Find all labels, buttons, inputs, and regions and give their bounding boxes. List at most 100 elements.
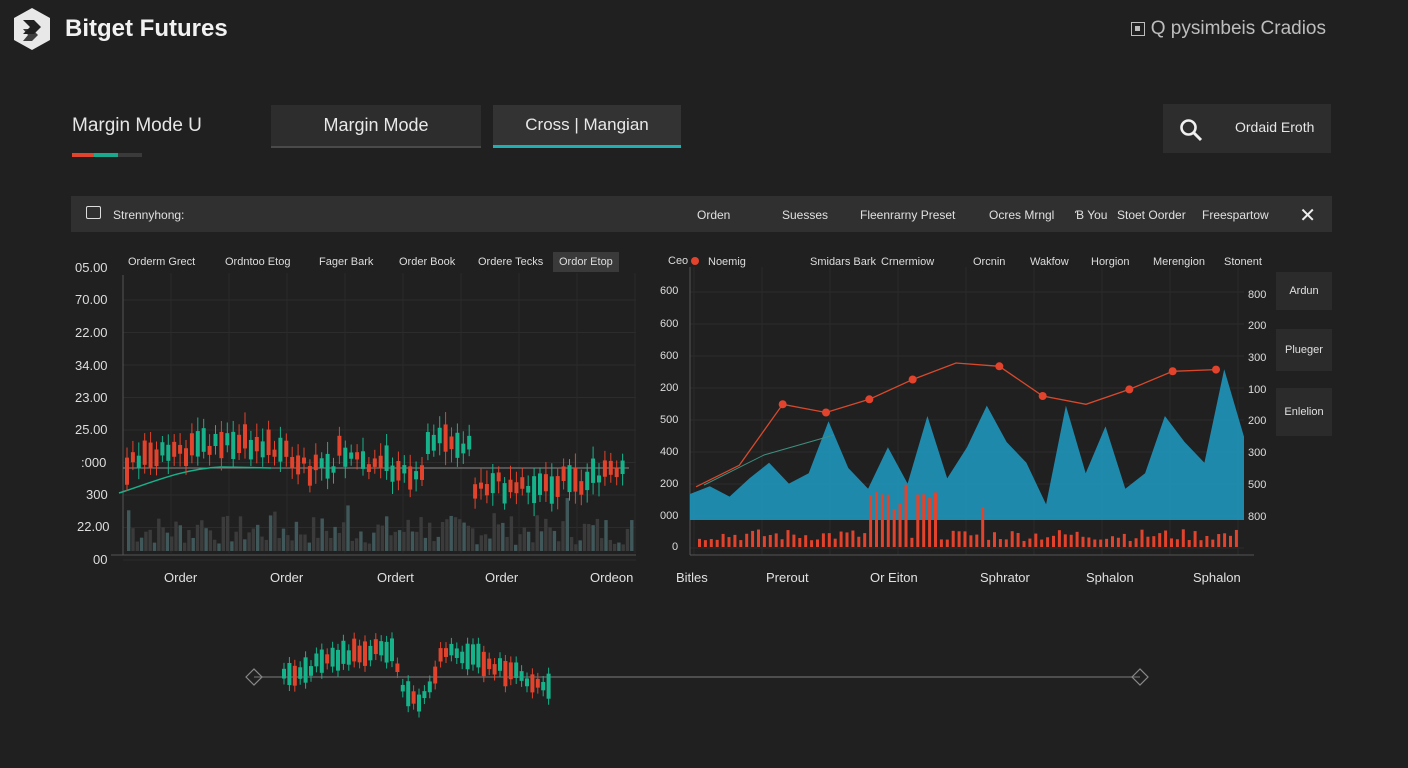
top-search[interactable]: Q pysimbeis Cradios [1130, 18, 1326, 40]
toolbar-item-suesses[interactable]: Suesses [782, 208, 828, 222]
candle-body [608, 460, 613, 475]
toolbar-item-ocres[interactable]: Ocres Mrngl [989, 208, 1054, 222]
volume-bar [127, 510, 131, 551]
candle-body [567, 465, 572, 493]
candle-body [319, 458, 324, 468]
toolbar-item-you[interactable]: Ɓ You [1075, 208, 1107, 222]
volume-bar [144, 531, 148, 551]
order-search-button[interactable]: Ordaid Eroth [1163, 104, 1331, 153]
volume-bar [509, 516, 514, 551]
bitget-logo-icon [14, 8, 50, 50]
toolbar-item-freespartow[interactable]: Freespartow [1202, 208, 1269, 222]
candle-body [549, 476, 554, 504]
candle-body [298, 667, 303, 679]
volume-bar [621, 544, 625, 551]
volume-bar [535, 515, 539, 551]
volume-bar [247, 532, 251, 551]
volume-bar [608, 539, 612, 551]
volume-bar [557, 541, 561, 551]
candle-body [437, 427, 442, 444]
candle-body [471, 644, 475, 665]
side-button-ardun[interactable]: Ardun [1276, 272, 1332, 310]
volume-bar [204, 528, 208, 551]
volume-bar [1022, 540, 1026, 547]
volume-bar [552, 530, 557, 551]
candle-body [314, 653, 319, 667]
volume-bar [445, 519, 449, 551]
volume-bar [131, 528, 135, 551]
candle-body [390, 638, 394, 662]
volume-bar [479, 535, 483, 551]
volume-bar [1234, 529, 1238, 547]
toolbar-item-preset[interactable]: Fleenrarny Preset [860, 208, 955, 222]
line-marker [778, 400, 787, 409]
volume-bar [1069, 534, 1073, 547]
candle-body [427, 681, 432, 693]
y-tick-left: 000 [660, 510, 679, 522]
candle-body [620, 460, 625, 474]
volume-bar [816, 539, 819, 547]
y-tick-left: 600 [660, 318, 679, 330]
volume-bar [539, 531, 544, 551]
toolbar-item-stoet-order[interactable]: Stoet Oorder [1117, 208, 1186, 222]
volume-bar [471, 528, 475, 551]
volume-bar [939, 539, 943, 547]
volume-bar [617, 542, 621, 551]
candle-body [272, 449, 277, 457]
candle-body [172, 441, 177, 457]
close-icon[interactable]: ✕ [1299, 203, 1316, 228]
volume-bar [625, 528, 630, 551]
volume-bar [745, 533, 749, 547]
candle-body [460, 651, 465, 664]
volume-bar [389, 535, 393, 551]
volume-bar [869, 495, 873, 547]
volume-bar [1199, 540, 1203, 547]
volume-bar [1205, 535, 1209, 547]
volume-bar [324, 530, 329, 551]
volume-bar [595, 518, 600, 551]
candle-body [492, 664, 497, 675]
volume-bar [1010, 531, 1014, 547]
volume-bar [350, 540, 354, 551]
y-tick-left: 600 [660, 350, 679, 362]
candle-body [546, 673, 551, 699]
volume-bar [234, 531, 238, 551]
candle-body [346, 650, 351, 665]
candle-body [336, 649, 340, 671]
volume-bar [863, 533, 867, 547]
volume-bar [548, 527, 552, 551]
candle-body [498, 658, 502, 671]
volume-bar [410, 531, 415, 551]
candle-body [461, 443, 466, 454]
volume-bar [1028, 538, 1032, 547]
volume-bar [225, 515, 230, 551]
volume-bar [264, 539, 268, 551]
candle-body [366, 464, 371, 472]
volume-bar [698, 538, 701, 547]
candle-body [313, 454, 318, 471]
candle-body [302, 457, 306, 464]
candle-body [319, 649, 324, 673]
volume-bar [969, 535, 973, 547]
candle-body [266, 429, 271, 456]
volume-bar [998, 539, 1002, 547]
volume-bar [299, 534, 303, 551]
candle-body [425, 432, 430, 454]
volume-bar [1229, 535, 1232, 547]
candle-body [561, 466, 566, 482]
volume-bar [733, 534, 737, 547]
toolbar-item-orden[interactable]: Orden [697, 208, 730, 222]
side-button-enlelion[interactable]: Enlelion [1276, 388, 1332, 436]
volume-bar [531, 542, 535, 551]
volume-bar [135, 541, 139, 551]
volume-bar [337, 532, 342, 551]
cross-margin-button[interactable]: Cross | Mangian [493, 105, 681, 148]
volume-bar [757, 529, 760, 547]
candle-body [614, 467, 619, 478]
candle-body [207, 445, 212, 455]
candle-body [519, 671, 524, 681]
side-button-plueger[interactable]: Plueger [1276, 329, 1332, 371]
volume-bar [187, 530, 191, 551]
margin-mode-button[interactable]: Margin Mode [271, 105, 481, 148]
right-chart-plot [689, 267, 1254, 556]
